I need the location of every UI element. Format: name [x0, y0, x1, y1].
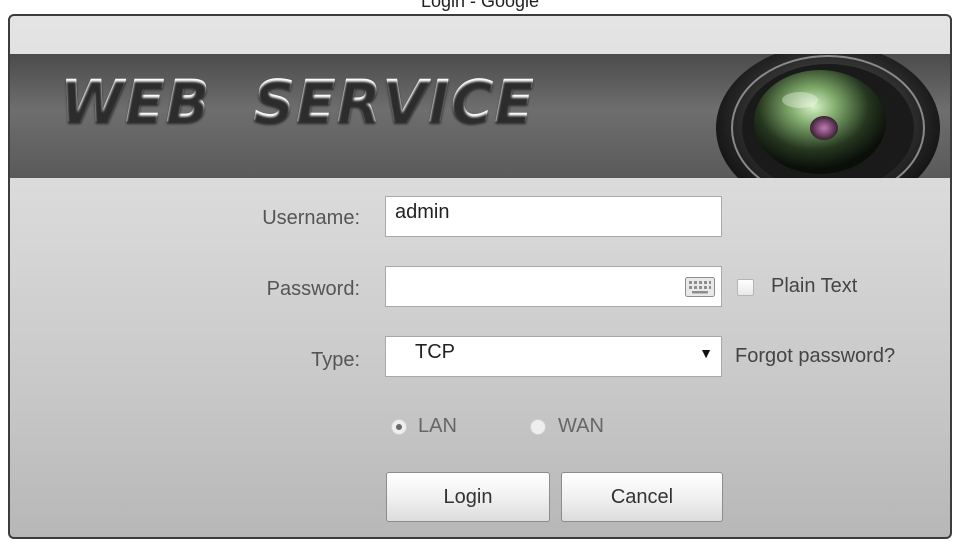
banner-title: WEB SERVICE — [60, 68, 535, 136]
keyboard-icon[interactable] — [685, 277, 715, 297]
cancel-button[interactable]: Cancel — [561, 472, 723, 522]
username-value: admin — [395, 201, 450, 223]
type-selected-value: TCP — [415, 341, 455, 363]
forgot-password-link[interactable]: Forgot password? — [735, 345, 895, 368]
type-label: Type: — [311, 349, 360, 371]
plain-text-label: Plain Text — [771, 275, 858, 297]
login-button[interactable]: Login — [386, 472, 550, 522]
password-field[interactable] — [385, 266, 722, 307]
window-titlebar: Login - Google — [0, 0, 960, 14]
lan-radio-label: LAN — [418, 415, 457, 437]
window-title: Login - Google — [420, 0, 540, 11]
password-label: Password: — [266, 278, 360, 300]
wan-radio-label: WAN — [558, 415, 604, 437]
type-select[interactable]: TCP ▼ — [385, 336, 722, 377]
camera-lens-icon — [716, 54, 940, 178]
web-service-banner: WEB SERVICE — [10, 54, 950, 178]
plain-text-checkbox[interactable] — [737, 279, 754, 296]
lan-radio[interactable] — [391, 419, 407, 435]
wan-radio[interactable] — [530, 419, 546, 435]
username-field[interactable]: admin — [385, 196, 722, 237]
chevron-down-icon[interactable]: ▼ — [699, 345, 713, 361]
login-dialog: WEB SERVICE Username: admin Password: Pl… — [8, 14, 952, 539]
username-label: Username: — [262, 207, 360, 229]
